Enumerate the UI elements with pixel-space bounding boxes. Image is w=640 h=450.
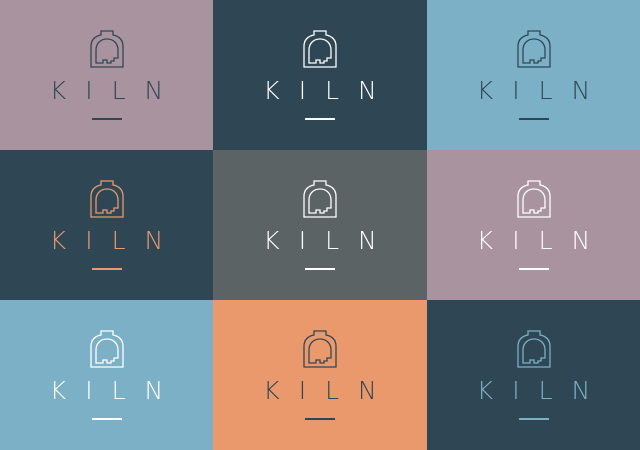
underline-rule bbox=[91, 268, 122, 270]
brand-wordmark: KILN bbox=[476, 76, 610, 105]
logo-tile-2: KILN bbox=[213, 0, 427, 150]
kiln-furnace-icon bbox=[303, 330, 337, 368]
kiln-furnace-icon bbox=[516, 180, 551, 218]
underline-rule bbox=[518, 118, 549, 120]
kiln-furnace-icon bbox=[89, 330, 124, 368]
brand-wordmark: KILN bbox=[263, 376, 396, 405]
kiln-furnace-icon bbox=[303, 180, 337, 218]
underline-rule bbox=[305, 118, 335, 120]
brand-wordmark: KILN bbox=[49, 76, 183, 105]
brand-wordmark: KILN bbox=[49, 376, 183, 405]
logo-tile-8: KILN bbox=[213, 300, 427, 450]
kiln-furnace-icon bbox=[303, 30, 337, 68]
brand-wordmark: KILN bbox=[263, 76, 396, 105]
kiln-furnace-icon bbox=[89, 30, 124, 68]
kiln-furnace-icon bbox=[516, 30, 551, 68]
brand-wordmark: KILN bbox=[49, 226, 183, 255]
logo-tile-5: KILN bbox=[213, 150, 427, 300]
kiln-furnace-icon bbox=[516, 330, 551, 368]
logo-tile-1: KILN bbox=[0, 0, 213, 150]
brand-wordmark: KILN bbox=[476, 226, 610, 255]
underline-rule bbox=[91, 418, 122, 420]
brand-wordmark: KILN bbox=[263, 226, 396, 255]
underline-rule bbox=[518, 418, 549, 420]
logo-color-grid: KILN KILN KILN KILN KILN KILN KILN KILN … bbox=[0, 0, 640, 450]
kiln-furnace-icon bbox=[89, 180, 124, 218]
underline-rule bbox=[518, 268, 549, 270]
underline-rule bbox=[305, 418, 335, 420]
logo-tile-6: KILN bbox=[427, 150, 640, 300]
logo-tile-9: KILN bbox=[427, 300, 640, 450]
logo-tile-7: KILN bbox=[0, 300, 213, 450]
logo-tile-3: KILN bbox=[427, 0, 640, 150]
logo-tile-4: KILN bbox=[0, 150, 213, 300]
brand-wordmark: KILN bbox=[476, 376, 610, 405]
underline-rule bbox=[91, 118, 122, 120]
underline-rule bbox=[305, 268, 335, 270]
